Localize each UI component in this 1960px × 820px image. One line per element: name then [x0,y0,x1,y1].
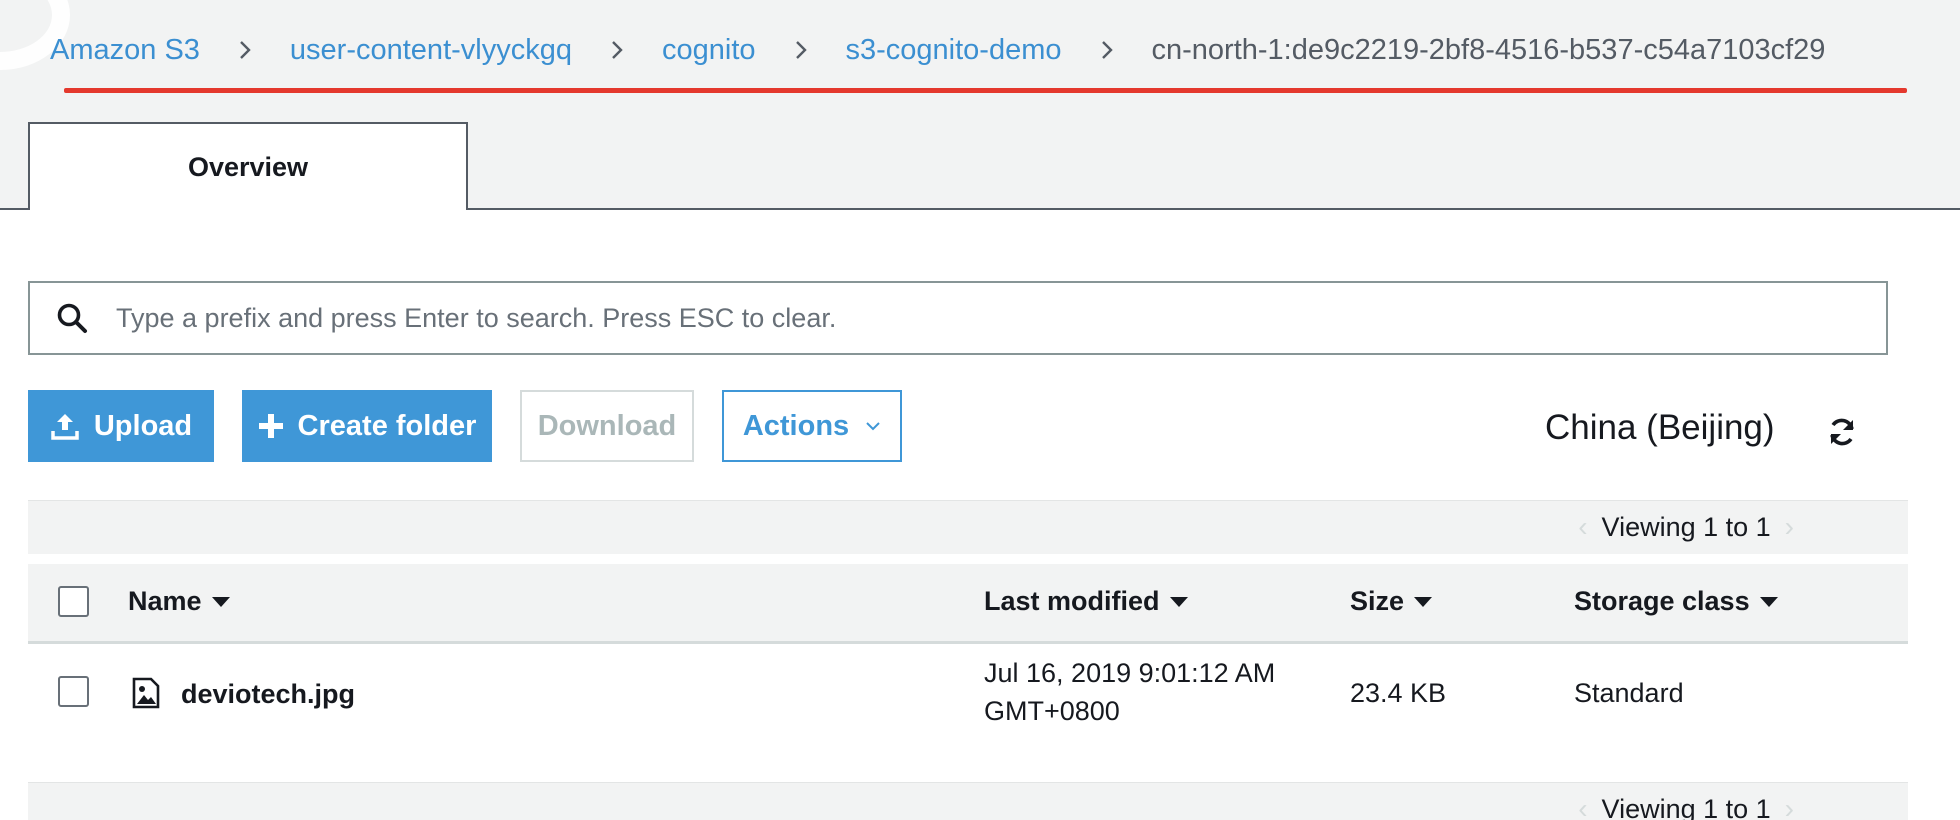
tab-overview[interactable]: Overview [28,122,468,210]
pagination-text: Viewing 1 to 1 [1601,511,1771,542]
column-header-last-modified[interactable]: Last modified [984,586,1188,617]
breadcrumb-bucket[interactable]: user-content-vlyyckgq [290,34,572,67]
sort-caret-icon [1759,596,1778,607]
column-header-name[interactable]: Name [128,586,230,617]
column-label: Last modified [984,586,1160,616]
table-header: Name Last modified Size Storage class [28,564,1908,644]
image-file-icon [132,677,160,709]
upload-label: Upload [93,409,193,442]
column-label: Size [1350,586,1405,616]
download-button[interactable]: Download [520,390,694,462]
chevron-right-icon [1100,39,1114,61]
chevron-right-icon[interactable]: › [1785,793,1794,820]
sort-caret-icon [1169,596,1188,607]
chevron-left-icon[interactable]: ‹ [1578,793,1587,820]
pagination-top: ‹ Viewing 1 to 1 › [1564,511,1808,543]
chevron-right-icon[interactable]: › [1785,511,1794,543]
upload-icon [51,414,79,440]
actions-button[interactable]: Actions [722,390,902,462]
upload-button[interactable]: Upload [28,390,214,462]
last-modified-timezone: GMT+0800 [984,696,1120,726]
row-checkbox[interactable] [58,676,89,707]
chevron-right-icon [610,39,624,61]
breadcrumb: Amazon S3 user-content-vlyyckgq cognito … [50,30,1825,70]
pagination-bar-bottom: ‹ Viewing 1 to 1 › [28,782,1908,820]
column-header-storage-class[interactable]: Storage class [1574,586,1778,617]
create-folder-label: Create folder [297,409,477,442]
chevron-left-icon[interactable]: ‹ [1578,511,1587,543]
refresh-icon[interactable] [1826,416,1858,448]
file-size: 23.4 KB [1350,678,1447,708]
chevron-down-icon [866,422,880,431]
search-box [28,281,1888,355]
last-modified-date: Jul 16, 2019 9:01:12 AM [984,658,1276,688]
column-label: Storage class [1574,586,1750,616]
create-folder-button[interactable]: Create folder [242,390,492,462]
breadcrumb-amazon-s3[interactable]: Amazon S3 [50,34,200,67]
actions-label: Actions [742,409,850,442]
table-row[interactable]: deviotech.jpg Jul 16, 2019 9:01:12 AM GM… [28,646,1908,746]
breadcrumb-underline [64,88,1907,93]
storage-class: Standard [1574,678,1684,708]
chevron-right-icon [794,39,808,61]
sort-caret-icon [211,596,230,607]
select-all-checkbox[interactable] [58,586,89,617]
search-input[interactable] [116,283,1886,353]
pagination-bar-top: ‹ Viewing 1 to 1 › [28,500,1908,554]
pagination-bottom: ‹ Viewing 1 to 1 › [1564,793,1808,820]
sort-caret-icon [1414,596,1433,607]
pagination-text: Viewing 1 to 1 [1601,793,1771,820]
file-name-link[interactable]: deviotech.jpg [181,679,355,710]
region-label: China (Beijing) [1545,408,1775,447]
breadcrumb-s3-cognito-demo[interactable]: s3-cognito-demo [846,34,1062,67]
search-icon [57,303,87,333]
chevron-right-icon [238,39,252,61]
column-header-size[interactable]: Size [1350,586,1433,617]
plus-icon [258,414,283,438]
breadcrumb-current: cn-north-1:de9c2219-2bf8-4516-b537-c54a7… [1151,33,1826,66]
column-label: Name [128,586,202,616]
breadcrumb-cognito[interactable]: cognito [662,34,756,67]
